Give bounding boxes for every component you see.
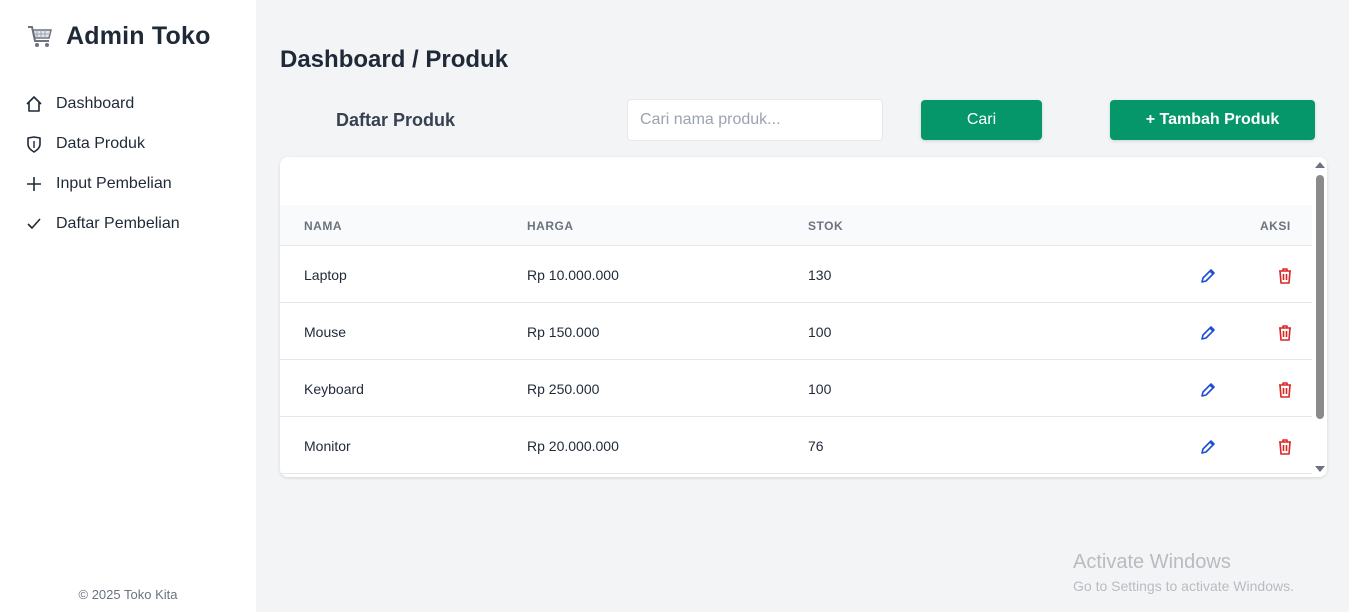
check-icon <box>24 214 44 234</box>
search-input[interactable] <box>627 99 883 141</box>
cell-nama: Monitor <box>304 438 351 454</box>
scroll-up-arrow-icon[interactable] <box>1315 162 1325 168</box>
edit-icon[interactable] <box>1198 323 1218 343</box>
sidebar-item-label: Dashboard <box>56 95 135 112</box>
trash-icon[interactable] <box>1275 437 1295 457</box>
cell-stok: 76 <box>808 438 824 454</box>
windows-activation-watermark: Activate Windows Go to Settings to activ… <box>1073 551 1294 594</box>
watermark-subtitle: Go to Settings to activate Windows. <box>1073 578 1294 594</box>
sidebar-footer: © 2025 Toko Kita <box>78 587 178 602</box>
watermark-title: Activate Windows <box>1073 551 1231 573</box>
table-row: Monitor Rp 20.000.000 76 <box>280 417 1312 474</box>
edit-icon[interactable] <box>1198 380 1218 400</box>
trash-icon[interactable] <box>1275 323 1295 343</box>
table-row: Mouse Rp 150.000 100 <box>280 303 1312 360</box>
page-title: Dashboard / Produk <box>280 46 509 73</box>
edit-icon[interactable] <box>1198 437 1218 457</box>
cell-harga: Rp 20.000.000 <box>527 438 619 454</box>
shopping-cart-icon <box>26 23 54 51</box>
brand-title: Admin Toko <box>66 22 211 50</box>
cell-harga: Rp 150.000 <box>527 324 600 340</box>
header-aksi: AKSI <box>1260 219 1291 233</box>
sidebar-item-label: Daftar Pembelian <box>56 215 180 232</box>
section-title: Daftar Produk <box>336 110 456 130</box>
sidebar: Admin Toko Dashboard Data Produk Input P… <box>0 0 256 612</box>
cell-stok: 100 <box>808 381 832 397</box>
sidebar-item-input-pembelian[interactable]: Input Pembelian <box>24 164 244 204</box>
edit-icon[interactable] <box>1198 266 1218 286</box>
cell-nama: Mouse <box>304 324 347 340</box>
cell-harga: Rp 10.000.000 <box>527 267 619 283</box>
cell-nama: Laptop <box>304 267 347 283</box>
sidebar-item-label: Data Produk <box>56 135 145 152</box>
sidebar-item-data-produk[interactable]: Data Produk <box>24 124 244 164</box>
table-row: Laptop Rp 10.000.000 130 <box>280 246 1312 303</box>
add-product-button[interactable]: + Tambah Produk <box>1110 100 1315 140</box>
scrollbar-thumb[interactable] <box>1316 175 1324 419</box>
cell-stok: 100 <box>808 324 832 340</box>
search-button[interactable]: Cari <box>921 100 1042 140</box>
header-harga: HARGA <box>527 219 574 233</box>
header-stok: STOK <box>808 219 844 233</box>
product-table: NAMA HARGA STOK AKSI Laptop Rp 10.000.00… <box>280 157 1327 477</box>
table-row: Keyboard Rp 250.000 100 <box>280 360 1312 417</box>
cell-stok: 130 <box>808 267 832 283</box>
sidebar-item-label: Input Pembelian <box>56 175 172 192</box>
table-scrollbar[interactable] <box>1312 157 1327 477</box>
shield-icon <box>24 134 44 154</box>
sidebar-item-daftar-pembelian[interactable]: Daftar Pembelian <box>24 204 244 244</box>
trash-icon[interactable] <box>1275 266 1295 286</box>
sidebar-item-dashboard[interactable]: Dashboard <box>24 84 244 124</box>
cell-nama: Keyboard <box>304 381 364 397</box>
cell-harga: Rp 250.000 <box>527 381 600 397</box>
header-nama: NAMA <box>304 219 342 233</box>
scroll-down-arrow-icon[interactable] <box>1315 466 1325 472</box>
sidebar-nav: Dashboard Data Produk Input Pembelian Da… <box>24 84 244 244</box>
plus-icon <box>24 174 44 194</box>
table-header: NAMA HARGA STOK AKSI <box>280 205 1312 246</box>
brand: Admin Toko <box>26 22 211 51</box>
trash-icon[interactable] <box>1275 380 1295 400</box>
home-icon <box>24 94 44 114</box>
